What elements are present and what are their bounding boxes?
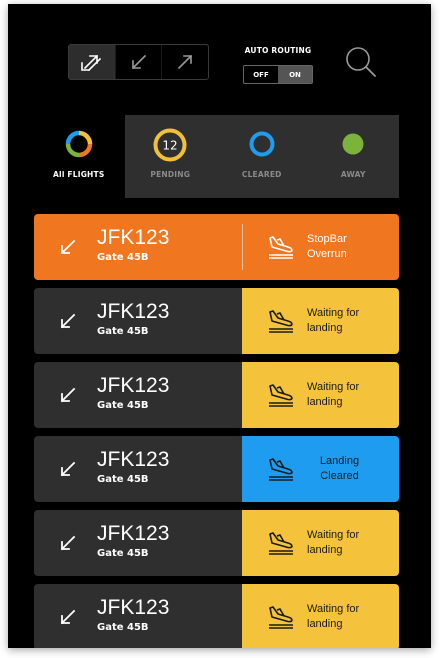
- status-divider: [242, 224, 243, 270]
- flight-card[interactable]: JFK123 Gate 45B Waiting for landing: [34, 362, 399, 428]
- flight-info: JFK123 Gate 45B: [34, 584, 242, 648]
- plane-landing-icon: [269, 458, 293, 481]
- flight-filter-tabs: All FLIGHTS 12 PENDING CLEARED AWAY: [33, 115, 399, 198]
- plane-landing-icon: [269, 310, 293, 333]
- flight-info: JFK123 Gate 45B: [34, 288, 242, 354]
- status-text: Waiting for landing: [307, 362, 392, 428]
- gate-label: Gate 45B: [97, 252, 149, 263]
- auto-routing-label: AUTO ROUTING: [244, 46, 312, 55]
- flight-info: JFK123 Gate 45B: [34, 362, 242, 428]
- tab-cleared-label: CLEARED: [241, 170, 282, 179]
- multicolor-ring-icon: [65, 130, 92, 158]
- direction-both-button[interactable]: [69, 45, 116, 79]
- tab-pending-label: PENDING: [150, 170, 191, 179]
- tab-away-label: AWAY: [340, 170, 366, 179]
- arrival-arrow-icon: [60, 535, 76, 551]
- flight-status[interactable]: Waiting for landing: [242, 288, 399, 354]
- flight-status[interactable]: Waiting for landing: [242, 510, 399, 576]
- yellow-ring-icon: 12: [153, 128, 187, 162]
- flight-status[interactable]: Landing Cleared: [242, 436, 399, 502]
- blue-ring-icon: [249, 131, 275, 157]
- direction-selector: [68, 44, 209, 80]
- flight-status[interactable]: Waiting for landing: [242, 362, 399, 428]
- flight-id: JFK123: [97, 374, 170, 397]
- gate-label: Gate 45B: [97, 326, 149, 337]
- status-line-2: Overrun: [307, 248, 347, 260]
- tab-cleared[interactable]: CLEARED: [216, 115, 308, 198]
- tab-pending[interactable]: 12 PENDING: [125, 115, 217, 198]
- app-screen: AUTO ROUTING OFF ON All FLIGHTS 12 PENDI…: [8, 4, 431, 648]
- green-dot-icon: [342, 133, 364, 155]
- flight-info: JFK123 Gate 45B: [34, 436, 242, 502]
- flight-id: JFK123: [97, 596, 170, 619]
- status-line-2: Cleared: [320, 470, 359, 482]
- status-line-1: Waiting for: [307, 307, 360, 319]
- plane-landing-icon: [269, 532, 293, 555]
- flight-id: JFK123: [97, 226, 170, 249]
- gate-label: Gate 45B: [97, 400, 149, 411]
- tab-all-flights-label: All FLIGHTS: [53, 170, 105, 179]
- status-line-1: Waiting for: [307, 381, 360, 393]
- status-line-1: StopBar: [307, 233, 347, 245]
- flight-status[interactable]: Waiting for landing: [242, 584, 399, 648]
- departure-arrow-icon: [178, 54, 193, 70]
- status-line-1: Landing: [319, 455, 360, 467]
- bidirectional-arrow-icon: [81, 54, 101, 72]
- flight-card[interactable]: JFK123 Gate 45B Waiting for landing: [34, 288, 399, 354]
- plane-landing-icon: [269, 384, 293, 407]
- search-icon[interactable]: [345, 46, 377, 78]
- status-line-2: landing: [307, 618, 343, 630]
- flight-card[interactable]: JFK123 Gate 45B StopBar Overrun: [34, 214, 399, 280]
- toggle-on-option[interactable]: ON: [278, 66, 312, 83]
- status-text: StopBar Overrun: [307, 214, 392, 280]
- flight-card[interactable]: JFK123 Gate 45B Waiting for landing: [34, 510, 399, 576]
- pending-count: 12: [163, 139, 178, 153]
- status-line-2: landing: [307, 322, 343, 334]
- flight-id: JFK123: [97, 448, 170, 471]
- gate-label: Gate 45B: [97, 622, 149, 633]
- tab-away[interactable]: AWAY: [308, 115, 400, 198]
- gate-label: Gate 45B: [97, 548, 149, 559]
- arrival-arrow-icon: [60, 313, 76, 329]
- status-text: Waiting for landing: [307, 584, 392, 648]
- flight-status[interactable]: StopBar Overrun: [242, 214, 399, 280]
- status-text: Waiting for landing: [307, 288, 392, 354]
- flight-info: JFK123 Gate 45B: [34, 214, 242, 280]
- flight-card[interactable]: JFK123 Gate 45B Landing Cleared: [34, 436, 399, 502]
- status-line-2: landing: [307, 544, 343, 556]
- plane-landing-icon: [269, 236, 293, 259]
- plane-landing-icon: [269, 606, 293, 629]
- flight-id: JFK123: [97, 300, 170, 323]
- direction-departure-button[interactable]: [162, 45, 208, 79]
- auto-routing-toggle[interactable]: OFF ON: [243, 65, 313, 84]
- status-text: Waiting for landing: [307, 510, 392, 576]
- status-text: Landing Cleared: [297, 436, 382, 502]
- flight-id: JFK123: [97, 522, 170, 545]
- toggle-off-option[interactable]: OFF: [244, 66, 278, 83]
- status-line-2: landing: [307, 396, 343, 408]
- flight-card[interactable]: JFK123 Gate 45B Waiting for landing: [34, 584, 399, 648]
- flight-info: JFK123 Gate 45B: [34, 510, 242, 576]
- gate-label: Gate 45B: [97, 474, 149, 485]
- arrival-arrow-icon: [60, 387, 76, 403]
- tab-all-flights[interactable]: All FLIGHTS: [33, 115, 125, 198]
- arrival-arrow-icon: [60, 461, 76, 477]
- arrival-arrow-icon: [131, 54, 146, 70]
- status-line-1: Waiting for: [307, 603, 360, 615]
- arrival-arrow-icon: [60, 239, 76, 255]
- direction-arrival-button[interactable]: [116, 45, 163, 79]
- status-line-1: Waiting for: [307, 529, 360, 541]
- arrival-arrow-icon: [60, 609, 76, 625]
